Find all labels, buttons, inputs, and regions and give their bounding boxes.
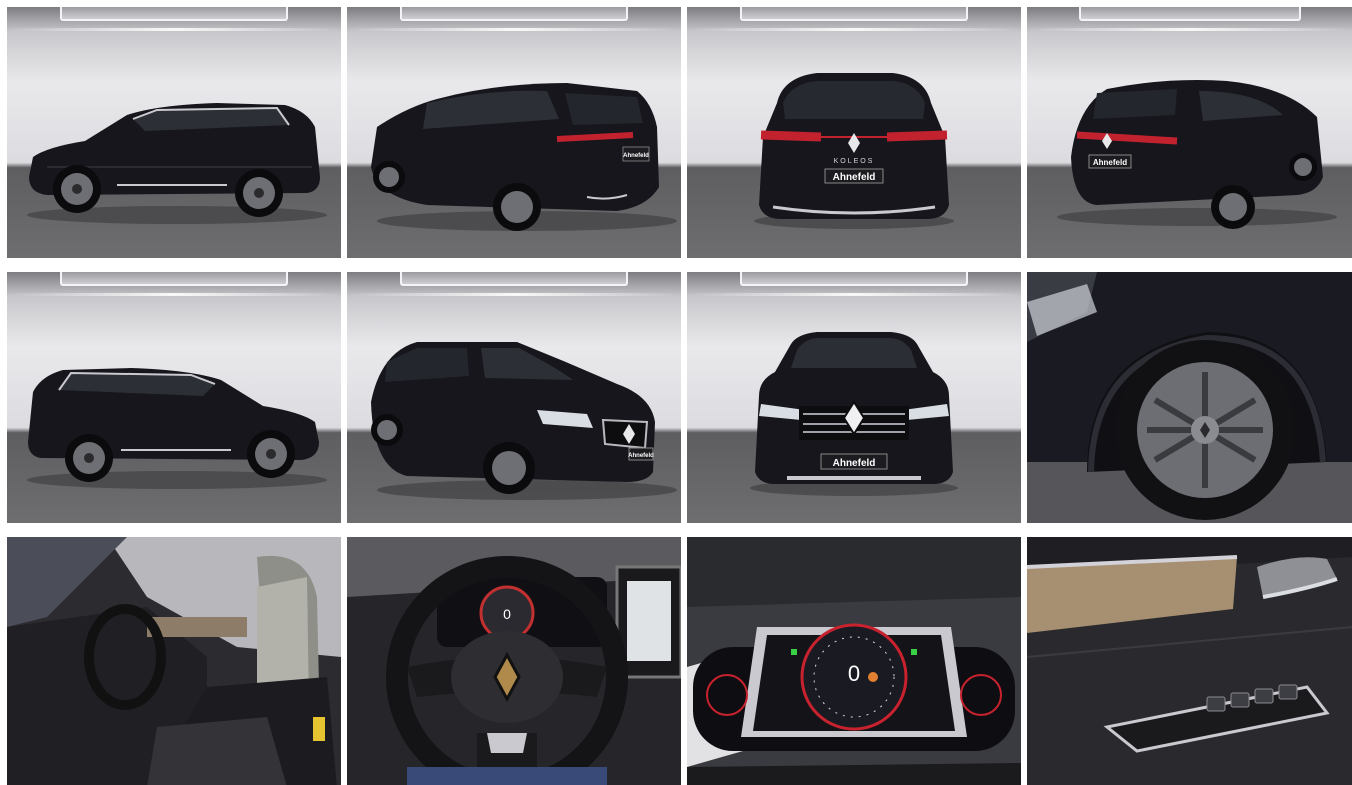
rear-badge-text: KOLEOS <box>834 158 875 165</box>
car-side-right-image <box>27 368 327 489</box>
gallery-image-rear-three-quarter-left[interactable]: Ahnefeld <box>347 7 681 258</box>
gallery-image-interior[interactable] <box>7 537 341 785</box>
car-rear-image: KOLEOS Ahnefeld <box>754 73 954 229</box>
wheel-closeup-image <box>1027 272 1352 523</box>
gallery-image-door-panel[interactable] <box>1027 537 1352 785</box>
car-rear-three-quarter-right-image: Ahnefeld <box>1057 80 1337 229</box>
car-front-three-quarter-image: Ahnefeld <box>371 342 677 500</box>
side-plate-text: Ahnefeld <box>623 153 649 159</box>
rear-plate-text: Ahnefeld <box>833 172 876 183</box>
speed-readout-small: 0 <box>503 606 511 622</box>
photo-gallery: Ahnefeld KOLEOS Ahnefeld Ahnefeld Ahnefe… <box>0 0 1352 785</box>
gallery-image-front[interactable]: Ahnefeld <box>687 272 1021 523</box>
gallery-image-instrument-cluster[interactable]: 0 <box>687 537 1021 785</box>
gallery-image-rear[interactable]: KOLEOS Ahnefeld <box>687 7 1021 258</box>
car-side-left-image <box>27 103 327 224</box>
front-plate-text: Ahnefeld <box>833 458 876 469</box>
gallery-image-side-right[interactable] <box>7 272 341 523</box>
car-front-image: Ahnefeld <box>750 332 958 496</box>
gallery-image-rear-three-quarter-right[interactable]: Ahnefeld <box>1027 7 1352 258</box>
speed-readout: 0 <box>848 661 860 686</box>
rear-right-plate-text: Ahnefeld <box>1093 158 1127 167</box>
door-panel-image <box>1027 537 1352 785</box>
gallery-image-side-left[interactable] <box>7 7 341 258</box>
gallery-image-wheel[interactable] <box>1027 272 1352 523</box>
car-rear-three-quarter-image: Ahnefeld <box>371 83 677 231</box>
gallery-image-steering-wheel[interactable]: 0 <box>347 537 681 785</box>
instrument-cluster-image: 0 <box>687 537 1021 785</box>
gallery-image-front-three-quarter[interactable]: Ahnefeld <box>347 272 681 523</box>
steering-wheel-image: 0 <box>347 537 681 785</box>
interior-seats-image <box>7 537 341 785</box>
front-corner-plate-text: Ahnefeld <box>628 453 654 459</box>
